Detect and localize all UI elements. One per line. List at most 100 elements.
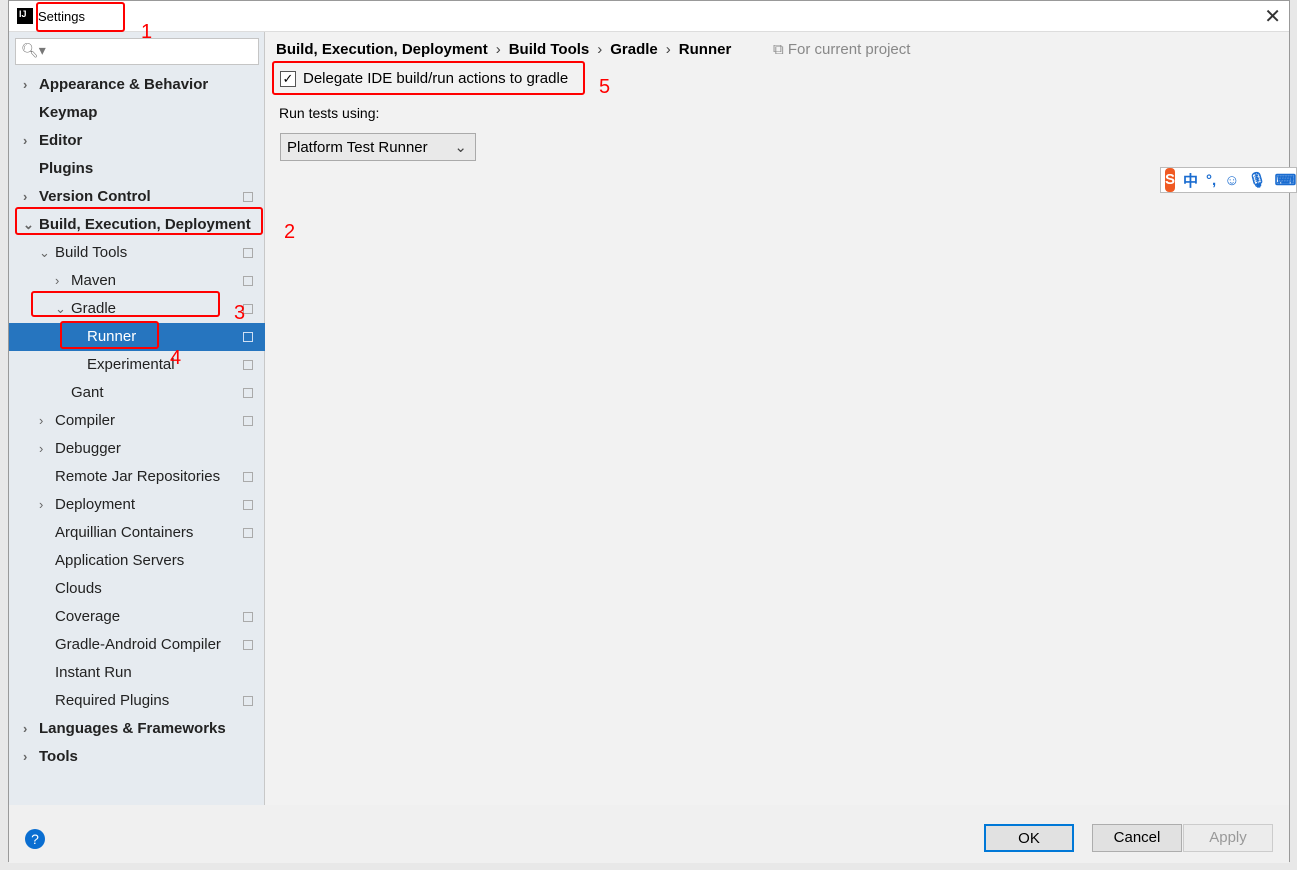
- chevron-right-icon[interactable]: ›: [23, 715, 27, 743]
- copy-icon: [243, 248, 253, 258]
- tree-item-label: Instant Run: [55, 664, 132, 681]
- search-icon: 🔍︎▾: [21, 42, 46, 58]
- tree-item[interactable]: › Appearance & Behavior: [9, 71, 265, 99]
- ime-mode[interactable]: 中: [1183, 170, 1198, 191]
- chevron-down-icon[interactable]: ⌄: [39, 239, 50, 267]
- main-panel: Build, Execution, Deployment › Build Tools…: [266, 32, 1289, 805]
- tree-item-label: Plugins: [39, 160, 94, 177]
- copy-icon: [243, 640, 253, 650]
- tree-item-label: Debugger: [55, 440, 121, 457]
- ime-punctuation[interactable]: °,: [1206, 172, 1216, 189]
- tree-item-label: Application Servers: [55, 552, 185, 569]
- tree-item-label: Required Plugins: [55, 692, 170, 709]
- annotation-box: [36, 2, 125, 32]
- tree-item[interactable]: › Debugger: [9, 435, 265, 463]
- tree-item-label: Compiler: [55, 412, 116, 429]
- breadcrumb-item: Gradle: [610, 41, 658, 58]
- tree-item[interactable]: Gradle-Android Compiler: [9, 631, 265, 659]
- sogou-logo-icon[interactable]: S: [1165, 168, 1176, 192]
- breadcrumb-item: Build, Execution, Deployment: [276, 41, 488, 58]
- chevron-down-icon: ⌄: [454, 139, 467, 156]
- tree-item[interactable]: Plugins: [9, 155, 265, 183]
- tree-item-label: Editor: [39, 132, 83, 149]
- tree-item[interactable]: › Deployment: [9, 491, 265, 519]
- annotation-number: 5: [599, 76, 611, 98]
- copy-icon: ⧉: [773, 41, 788, 58]
- breadcrumb: Build, Execution, Deployment › Build Tools…: [276, 41, 731, 58]
- breadcrumb-separator: ›: [597, 41, 603, 58]
- annotation-number: 1: [141, 21, 153, 43]
- annotation-number: 4: [170, 347, 182, 369]
- chevron-right-icon[interactable]: ›: [23, 743, 27, 771]
- tree-item-label: Coverage: [55, 608, 121, 625]
- breadcrumb-item: Build Tools: [508, 41, 590, 58]
- tree-item-label: Gant: [71, 384, 104, 401]
- microphone-icon[interactable]: 🎙︎: [1248, 171, 1267, 189]
- keyboard-icon[interactable]: ⌨: [1275, 171, 1297, 189]
- tree-item[interactable]: Clouds: [9, 575, 265, 603]
- copy-icon: [243, 500, 253, 510]
- tree-item-label: Keymap: [39, 104, 98, 121]
- chevron-right-icon[interactable]: ›: [39, 407, 43, 435]
- copy-icon: [243, 416, 253, 426]
- annotation-box: [15, 207, 263, 235]
- copy-icon: [243, 472, 253, 482]
- tree-item[interactable]: Required Plugins: [9, 687, 265, 715]
- run-tests-select[interactable]: Platform Test Runner ⌄: [280, 133, 476, 161]
- apply-button[interactable]: Apply: [1183, 824, 1273, 852]
- chevron-right-icon[interactable]: ›: [39, 491, 43, 519]
- tree-item-label: Experimental: [87, 356, 175, 373]
- emoji-icon[interactable]: ☺: [1224, 172, 1239, 189]
- tree-item[interactable]: Arquillian Containers: [9, 519, 265, 547]
- tree-item-label: Languages & Frameworks: [39, 720, 226, 737]
- tree-item-label: Build Tools: [55, 244, 128, 261]
- tree-item[interactable]: Keymap: [9, 99, 265, 127]
- tree-item[interactable]: Experimental: [9, 351, 265, 379]
- annotation-box: [272, 61, 585, 95]
- run-tests-label: Run tests using:: [279, 105, 380, 121]
- copy-icon: [243, 696, 253, 706]
- tree-item-label: Deployment: [55, 496, 136, 513]
- cancel-button[interactable]: Cancel: [1092, 824, 1182, 852]
- for-project-text: For current project: [787, 41, 911, 58]
- tree-item[interactable]: › Tools: [9, 743, 265, 771]
- search-input[interactable]: 🔍︎▾: [15, 38, 259, 65]
- tree-item[interactable]: Remote Jar Repositories: [9, 463, 265, 491]
- tree-item-label: Appearance & Behavior: [39, 76, 209, 93]
- tree-item-label: Arquillian Containers: [55, 524, 194, 541]
- tree-item[interactable]: › Languages & Frameworks: [9, 715, 265, 743]
- breadcrumb-separator: ›: [665, 41, 671, 58]
- help-button[interactable]: ?: [25, 829, 45, 849]
- tree-item[interactable]: Coverage: [9, 603, 265, 631]
- close-icon[interactable]: ✕: [1264, 4, 1281, 29]
- tree-item[interactable]: › Editor: [9, 127, 265, 155]
- copy-icon: [243, 388, 253, 398]
- copy-icon: [243, 528, 253, 538]
- tree-item[interactable]: ⌄ Build Tools: [9, 239, 265, 267]
- annotation-number: 3: [234, 302, 246, 324]
- tree-item[interactable]: Instant Run: [9, 659, 265, 687]
- dialog-footer: ? OK Cancel Apply: [9, 805, 1289, 863]
- intellij-logo-icon: IJ: [17, 8, 33, 24]
- copy-icon: [243, 276, 253, 286]
- run-tests-value: Platform Test Runner: [287, 139, 428, 156]
- ok-button[interactable]: OK: [984, 824, 1074, 852]
- settings-sidebar: 🔍︎▾ › Appearance & Behavior Keymap › Editor P…: [9, 32, 265, 805]
- annotation-box: [60, 321, 159, 349]
- copy-icon: [243, 332, 253, 342]
- chevron-right-icon[interactable]: ›: [23, 71, 27, 99]
- title-bar: IJ Settings ✕: [9, 1, 1289, 32]
- tree-item-label: Clouds: [55, 580, 102, 597]
- breadcrumb-item: Runner: [678, 41, 732, 58]
- tree-item-label: Gradle-Android Compiler: [55, 636, 221, 653]
- settings-dialog: IJ Settings ✕ 🔍︎▾ › Appearance & Behavior…: [8, 0, 1290, 863]
- tree-item[interactable]: Gant: [9, 379, 265, 407]
- chevron-right-icon[interactable]: ›: [23, 127, 27, 155]
- tree-item[interactable]: Application Servers: [9, 547, 265, 575]
- copy-icon: [243, 612, 253, 622]
- tree-item-label: Remote Jar Repositories: [55, 468, 221, 485]
- copy-icon: [243, 192, 253, 202]
- tree-item[interactable]: › Compiler: [9, 407, 265, 435]
- chevron-right-icon[interactable]: ›: [39, 435, 43, 463]
- ime-toolbar: S 中 °, ☺ 🎙︎ ⌨: [1160, 167, 1297, 193]
